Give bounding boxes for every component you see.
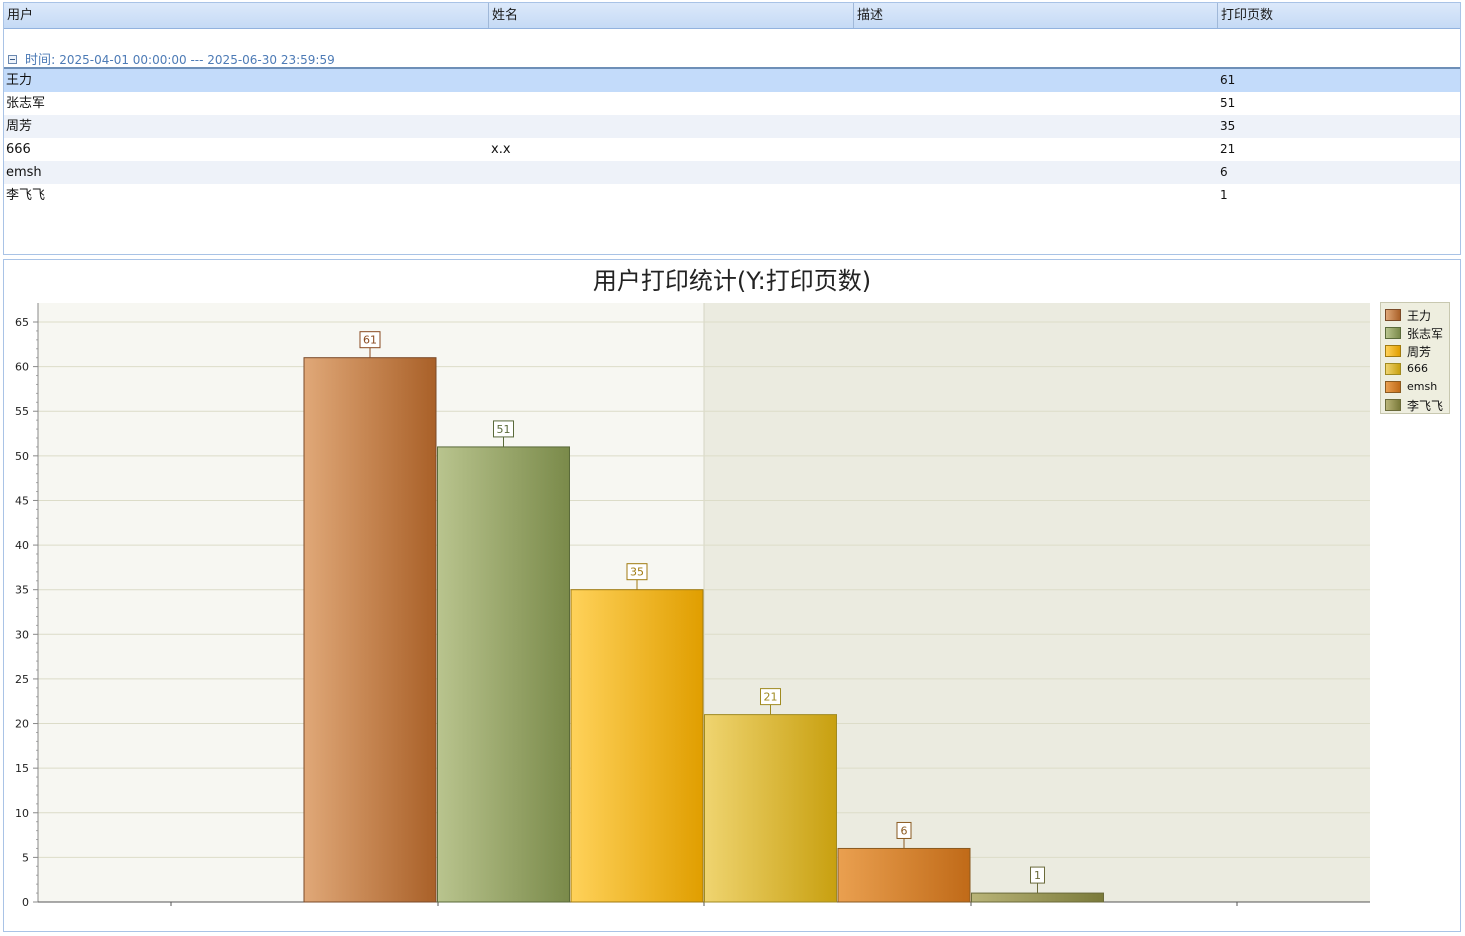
column-header-description[interactable]: 描述 [853, 3, 1218, 28]
cell-user: 周芳 [6, 119, 33, 134]
table-row[interactable]: 李飞飞 1 [4, 184, 1460, 207]
y-tick-label: 45 [15, 494, 29, 507]
y-tick-label: 0 [22, 896, 29, 909]
table-row[interactable]: 张志军 51 [4, 92, 1460, 115]
bar-张志军 [437, 446, 570, 903]
y-tick-label: 30 [15, 628, 29, 641]
legend-swatch [1385, 345, 1401, 357]
y-tick-label: 55 [15, 405, 29, 418]
cell-user: 666 [6, 142, 31, 157]
column-header-user[interactable]: 用户 [4, 3, 488, 28]
y-tick-label: 20 [15, 718, 29, 731]
legend-item: 周芳 [1384, 342, 1450, 360]
data-label: 61 [363, 334, 377, 347]
legend-label: 王力 [1407, 309, 1432, 323]
cell-pages: 1 [1220, 188, 1228, 202]
chart-legend: 王力 张志军 周芳 666 emsh 李飞飞 [1380, 302, 1450, 414]
legend-item: 666 [1384, 360, 1450, 378]
y-tick-label: 15 [15, 762, 29, 775]
bar-王力 [303, 357, 437, 903]
legend-swatch [1385, 399, 1401, 411]
collapse-icon[interactable] [8, 55, 17, 64]
column-header-name[interactable]: 姓名 [488, 3, 853, 28]
y-tick-label: 5 [22, 851, 29, 864]
y-tick-label: 10 [15, 807, 29, 820]
cell-user: 李飞飞 [6, 188, 46, 203]
legend-item: 张志军 [1384, 324, 1450, 342]
y-tick-label: 60 [15, 361, 29, 374]
legend-label: 张志军 [1407, 327, 1444, 341]
cell-pages: 51 [1220, 96, 1236, 110]
legend-swatch [1385, 309, 1401, 321]
legend-label: 李飞飞 [1407, 399, 1444, 413]
group-label-key: 时间: [25, 53, 56, 68]
cell-pages: 35 [1220, 119, 1236, 133]
group-label: 时间: 2025-04-01 00:00:00 --- 2025-06-30 2… [25, 49, 335, 68]
y-tick-label: 25 [15, 673, 29, 686]
data-label: 6 [901, 824, 908, 837]
table-row[interactable]: 666 x.x 21 [4, 138, 1460, 161]
legend-item: 王力 [1384, 306, 1450, 324]
legend-swatch [1385, 381, 1401, 393]
bar-李飞飞 [971, 892, 1104, 903]
legend-label: emsh [1407, 380, 1438, 393]
group-row-time[interactable]: 时间: 2025-04-01 00:00:00 --- 2025-06-30 2… [4, 47, 1460, 69]
cell-pages: 21 [1220, 142, 1236, 156]
bar-emsh [837, 847, 971, 903]
data-label: 21 [764, 691, 778, 704]
legend-label: 666 [1407, 362, 1428, 375]
group-time-range: 2025-04-01 00:00:00 --- 2025-06-30 23:59… [59, 53, 335, 67]
y-tick-label: 35 [15, 584, 29, 597]
table-row[interactable]: 周芳 35 [4, 115, 1460, 138]
legend-label: 周芳 [1407, 345, 1432, 359]
y-tick-label: 40 [15, 539, 29, 552]
print-statistics-chart: 0 5 10 15 20 25 30 35 40 45 50 55 60 65 61 51 35 21 6 1 用户… [3, 259, 1461, 932]
cell-user: 王力 [6, 73, 33, 88]
grid-header: 用户 姓名 描述 打印页数 [4, 3, 1460, 29]
legend-swatch [1385, 363, 1401, 375]
cell-user: emsh [6, 165, 42, 180]
legend-item: 李飞飞 [1384, 396, 1450, 414]
y-tick-label: 50 [15, 450, 29, 463]
cell-pages: 61 [1220, 73, 1236, 87]
legend-item: emsh [1384, 378, 1450, 396]
legend-swatch [1385, 327, 1401, 339]
data-label: 35 [630, 566, 644, 579]
bar-666 [704, 714, 837, 903]
table-row[interactable]: emsh 6 [4, 161, 1460, 184]
y-tick-label: 65 [15, 316, 29, 329]
cell-name: x.x [491, 142, 511, 157]
chart-title: 用户打印统计(Y:打印页数) [593, 267, 871, 295]
bar-周芳 [570, 589, 704, 903]
table-row[interactable]: 王力 61 [4, 69, 1460, 92]
data-label: 1 [1034, 869, 1041, 882]
bar-chart-svg: 05101520253035404550556065 6151352161 用户… [15, 267, 1370, 909]
column-header-print-pages[interactable]: 打印页数 [1217, 3, 1460, 28]
cell-user: 张志军 [6, 96, 46, 111]
cell-pages: 6 [1220, 165, 1228, 179]
user-print-grid: 用户 姓名 描述 打印页数 时间: 2025-04-01 00:00:00 --… [3, 2, 1461, 255]
data-label: 51 [497, 423, 511, 436]
